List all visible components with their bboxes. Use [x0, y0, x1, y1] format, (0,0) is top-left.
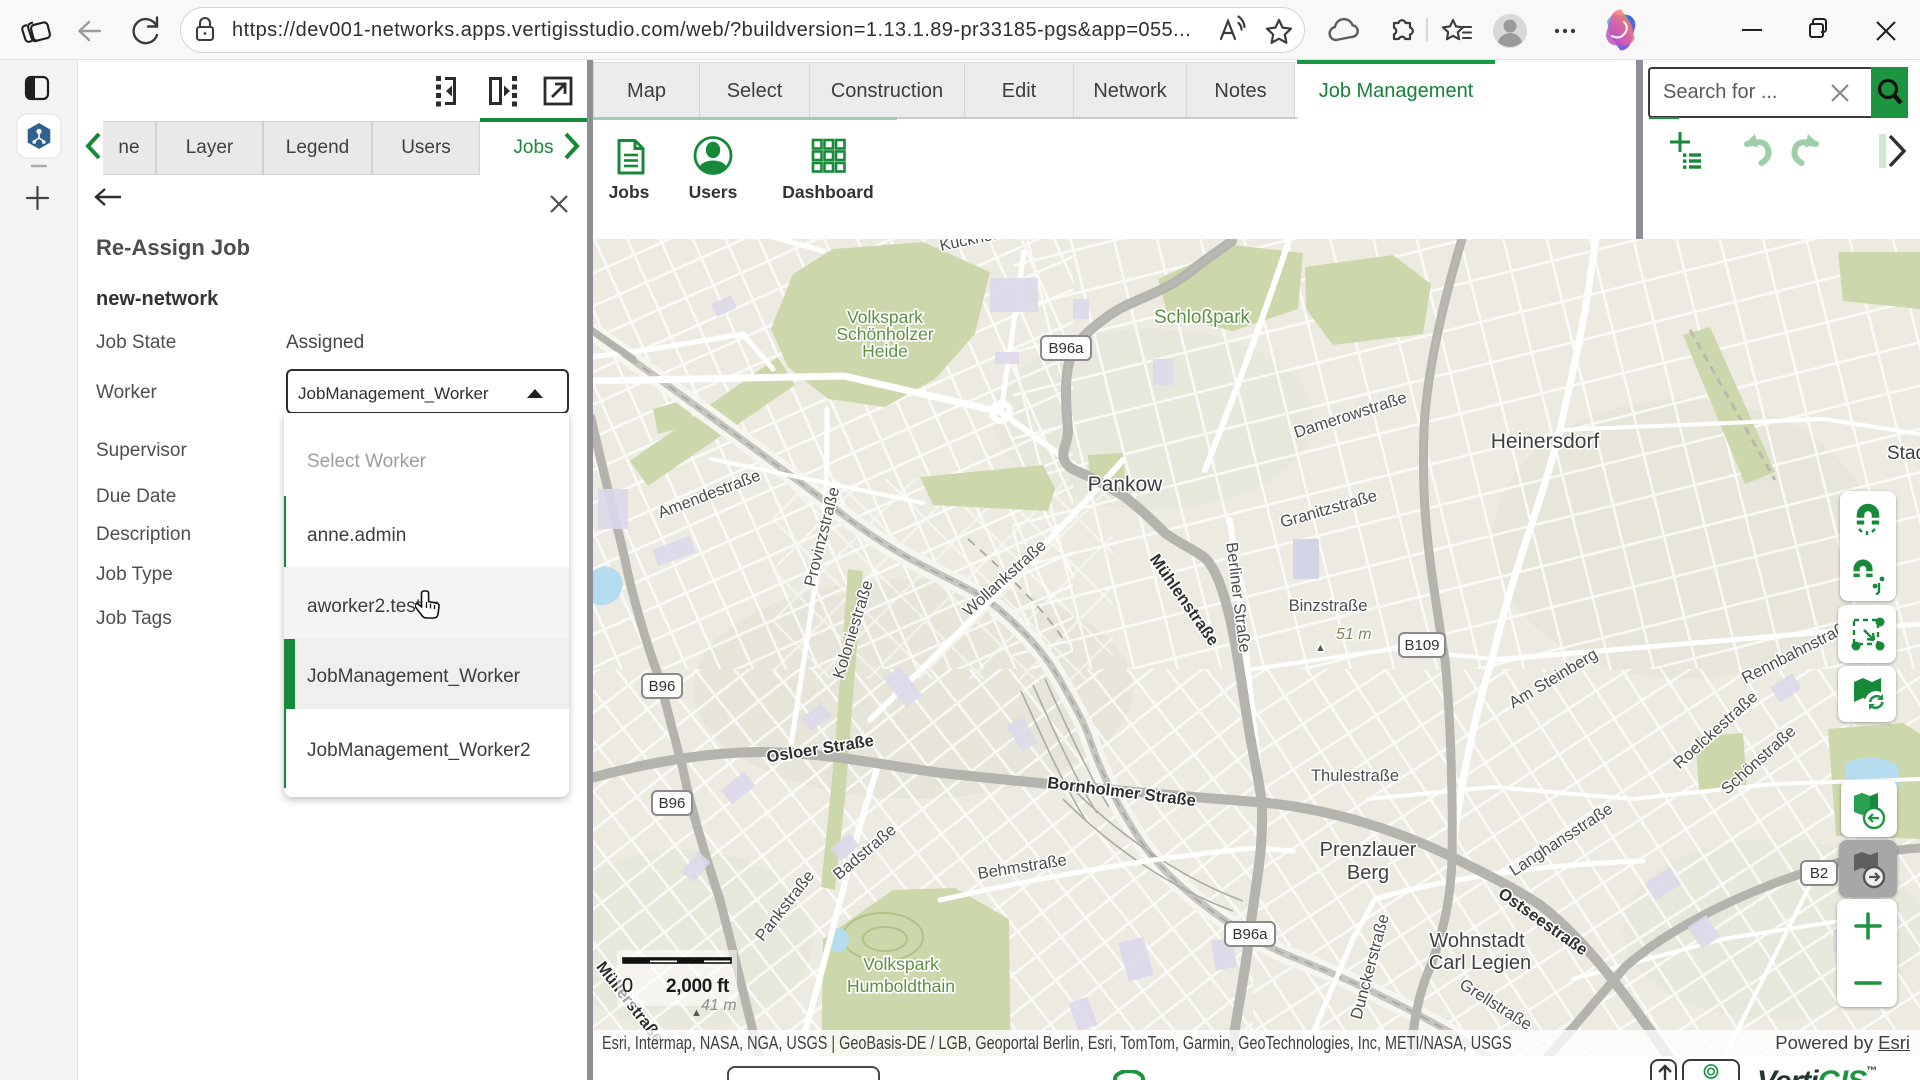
svg-text:Prenzlauer: Prenzlauer: [1320, 839, 1417, 861]
svg-text:Humboldthain: Humboldthain: [847, 976, 955, 996]
svg-text:Heinersdorf: Heinersdorf: [1491, 430, 1600, 453]
svg-text:Heide: Heide: [862, 341, 908, 361]
svg-text:Jobs: Jobs: [609, 182, 650, 202]
svg-text:Stadtr: Stadtr: [1887, 443, 1920, 464]
svg-text:B96: B96: [649, 678, 676, 695]
svg-text:Users: Users: [689, 182, 738, 202]
svg-text:Volkspark: Volkspark: [863, 954, 939, 974]
svg-text:B96a: B96a: [1048, 340, 1084, 357]
svg-text:Thulestraße: Thulestraße: [1311, 767, 1399, 785]
svg-text:▲: ▲: [1315, 642, 1326, 654]
svg-text:Binzstraße: Binzstraße: [1289, 597, 1368, 615]
svg-text:Dashboard: Dashboard: [782, 182, 873, 202]
svg-text:B2: B2: [1810, 865, 1828, 882]
svg-text:B109: B109: [1404, 637, 1439, 654]
svg-text:Schloßpark: Schloßpark: [1154, 307, 1251, 328]
svg-text:Berg: Berg: [1347, 862, 1389, 884]
svg-text:Wohnstadt: Wohnstadt: [1429, 930, 1525, 952]
svg-text:B96: B96: [659, 795, 686, 812]
svg-text:Carl Legien: Carl Legien: [1429, 952, 1531, 974]
svg-text:Pankow: Pankow: [1088, 473, 1164, 496]
svg-text:B96a: B96a: [1232, 926, 1268, 943]
svg-text:51 m: 51 m: [1336, 626, 1372, 643]
